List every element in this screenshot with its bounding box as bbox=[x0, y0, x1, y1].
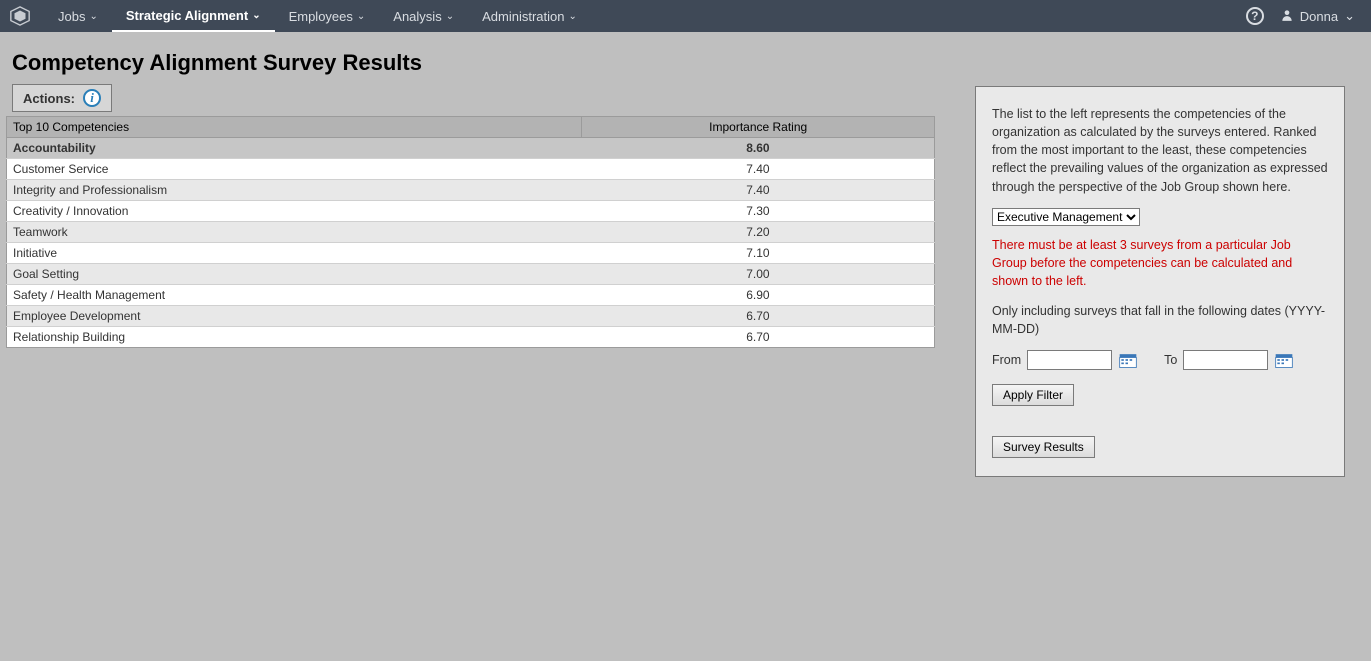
competency-name: Relationship Building bbox=[7, 327, 582, 348]
table-row: Creativity / Innovation7.30 bbox=[7, 201, 935, 222]
competency-rating: 6.70 bbox=[582, 306, 935, 327]
competency-rating: 7.40 bbox=[582, 159, 935, 180]
competency-name: Integrity and Professionalism bbox=[7, 180, 582, 201]
chevron-down-icon: ⌄ bbox=[357, 11, 365, 22]
table-row: Relationship Building6.70 bbox=[7, 327, 935, 348]
competency-name: Accountability bbox=[7, 138, 582, 159]
competency-rating: 7.20 bbox=[582, 222, 935, 243]
filter-panel: The list to the left represents the comp… bbox=[975, 86, 1345, 477]
nav-analysis[interactable]: Analysis ⌄ bbox=[379, 0, 468, 32]
chevron-down-icon: ⌄ bbox=[446, 11, 454, 22]
competency-rating: 7.40 bbox=[582, 180, 935, 201]
from-date-input[interactable] bbox=[1027, 350, 1112, 370]
table-row: Safety / Health Management6.90 bbox=[7, 285, 935, 306]
calendar-icon[interactable] bbox=[1118, 350, 1138, 370]
table-row: Initiative7.10 bbox=[7, 243, 935, 264]
apply-filter-button[interactable]: Apply Filter bbox=[992, 384, 1074, 406]
table-row: Accountability8.60 bbox=[7, 138, 935, 159]
top-navbar: Jobs ⌄ Strategic Alignment ⌄ Employees ⌄… bbox=[0, 0, 1371, 32]
table-row: Goal Setting7.00 bbox=[7, 264, 935, 285]
panel-description: The list to the left represents the comp… bbox=[992, 105, 1328, 196]
table-row: Employee Development6.70 bbox=[7, 306, 935, 327]
nav-strategic-alignment-label: Strategic Alignment bbox=[126, 8, 248, 23]
chevron-down-icon: ⌄ bbox=[568, 11, 576, 22]
nav-employees-label: Employees bbox=[289, 9, 353, 24]
competency-name: Safety / Health Management bbox=[7, 285, 582, 306]
nav-jobs[interactable]: Jobs ⌄ bbox=[44, 0, 112, 32]
job-group-select[interactable]: Executive Management bbox=[992, 208, 1140, 226]
col-importance-rating: Importance Rating bbox=[582, 117, 935, 138]
actions-button[interactable]: Actions: i bbox=[12, 84, 112, 112]
user-name: Donna bbox=[1300, 9, 1338, 24]
competency-rating: 7.30 bbox=[582, 201, 935, 222]
competency-name: Goal Setting bbox=[7, 264, 582, 285]
table-row: Integrity and Professionalism7.40 bbox=[7, 180, 935, 201]
competency-name: Teamwork bbox=[7, 222, 582, 243]
page-title: Competency Alignment Survey Results bbox=[12, 50, 935, 76]
competencies-table: Top 10 Competencies Importance Rating Ac… bbox=[6, 116, 935, 348]
survey-results-button[interactable]: Survey Results bbox=[992, 436, 1095, 458]
chevron-down-icon: ⌄ bbox=[252, 10, 260, 21]
calendar-icon[interactable] bbox=[1274, 350, 1294, 370]
competency-name: Creativity / Innovation bbox=[7, 201, 582, 222]
table-row: Teamwork7.20 bbox=[7, 222, 935, 243]
to-date-input[interactable] bbox=[1183, 350, 1268, 370]
competency-name: Employee Development bbox=[7, 306, 582, 327]
competency-rating: 6.70 bbox=[582, 327, 935, 348]
nav-administration[interactable]: Administration ⌄ bbox=[468, 0, 591, 32]
info-icon[interactable]: i bbox=[83, 89, 101, 107]
table-row: Customer Service7.40 bbox=[7, 159, 935, 180]
user-menu[interactable]: Donna ⌄ bbox=[1280, 8, 1355, 25]
from-label: From bbox=[992, 353, 1021, 367]
nav-jobs-label: Jobs bbox=[58, 9, 85, 24]
competency-rating: 8.60 bbox=[582, 138, 935, 159]
chevron-down-icon: ⌄ bbox=[89, 11, 97, 22]
nav-analysis-label: Analysis bbox=[393, 9, 441, 24]
app-logo-icon bbox=[8, 4, 32, 28]
competency-rating: 7.00 bbox=[582, 264, 935, 285]
competency-name: Customer Service bbox=[7, 159, 582, 180]
to-label: To bbox=[1164, 353, 1177, 367]
nav-employees[interactable]: Employees ⌄ bbox=[275, 0, 380, 32]
chevron-down-icon: ⌄ bbox=[1344, 8, 1355, 24]
help-icon[interactable]: ? bbox=[1246, 7, 1264, 25]
nav-administration-label: Administration bbox=[482, 9, 564, 24]
col-competencies: Top 10 Competencies bbox=[7, 117, 582, 138]
competency-rating: 7.10 bbox=[582, 243, 935, 264]
actions-label: Actions: bbox=[23, 91, 75, 106]
user-icon bbox=[1280, 8, 1294, 25]
nav-strategic-alignment[interactable]: Strategic Alignment ⌄ bbox=[112, 0, 275, 32]
competency-name: Initiative bbox=[7, 243, 582, 264]
date-intro: Only including surveys that fall in the … bbox=[992, 302, 1328, 338]
panel-warning: There must be at least 3 surveys from a … bbox=[992, 236, 1328, 290]
competency-rating: 6.90 bbox=[582, 285, 935, 306]
